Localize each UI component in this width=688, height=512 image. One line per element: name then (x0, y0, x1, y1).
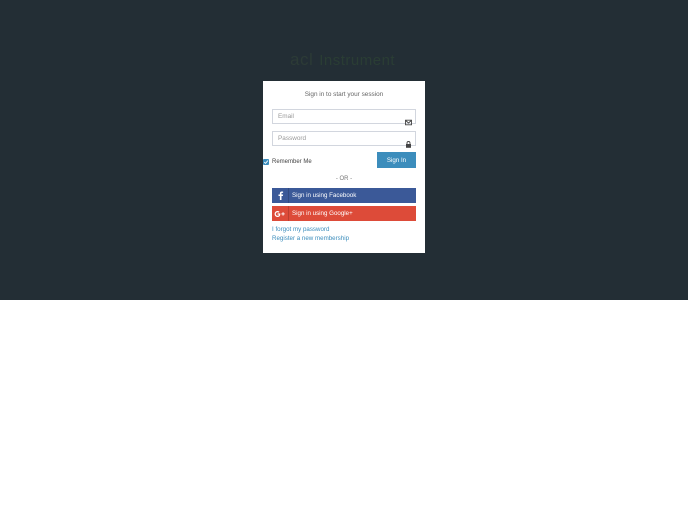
app-logo[interactable]: acl Instrument (290, 48, 400, 72)
envelope-icon (405, 113, 412, 126)
login-box-message: Sign in to start your session (304, 91, 384, 98)
logo-text-b: Instrument (319, 51, 396, 69)
facebook-icon (272, 188, 289, 203)
lock-icon (405, 135, 412, 148)
google-signin-label: Sign in using Google+ (292, 210, 353, 217)
google-plus-icon (272, 206, 289, 221)
forgot-password-link[interactable]: I forgot my password (272, 226, 329, 233)
email-input[interactable] (273, 110, 406, 123)
remember-checkbox[interactable] (263, 158, 269, 165)
register-link[interactable]: Register a new membership (272, 235, 349, 242)
logo-text-a: acl (290, 50, 314, 69)
facebook-signin-label: Sign in using Facebook (292, 192, 357, 199)
login-page: acl Instrument Sign in to start your ses… (0, 0, 688, 512)
sign-in-button[interactable]: Sign In (377, 152, 416, 168)
remember-label: Remember Me (272, 158, 312, 165)
or-divider: - OR - (335, 176, 353, 182)
password-input[interactable] (273, 132, 406, 145)
password-field-group (272, 131, 416, 148)
google-signin-button[interactable]: Sign in using Google+ (272, 206, 416, 221)
facebook-signin-button[interactable]: Sign in using Facebook (272, 188, 416, 203)
login-box: Sign in to start your session Email Reme… (263, 81, 425, 253)
remember-me[interactable]: Remember Me (263, 157, 312, 166)
email-field-group (272, 109, 416, 126)
checkmark-icon (263, 159, 269, 164)
